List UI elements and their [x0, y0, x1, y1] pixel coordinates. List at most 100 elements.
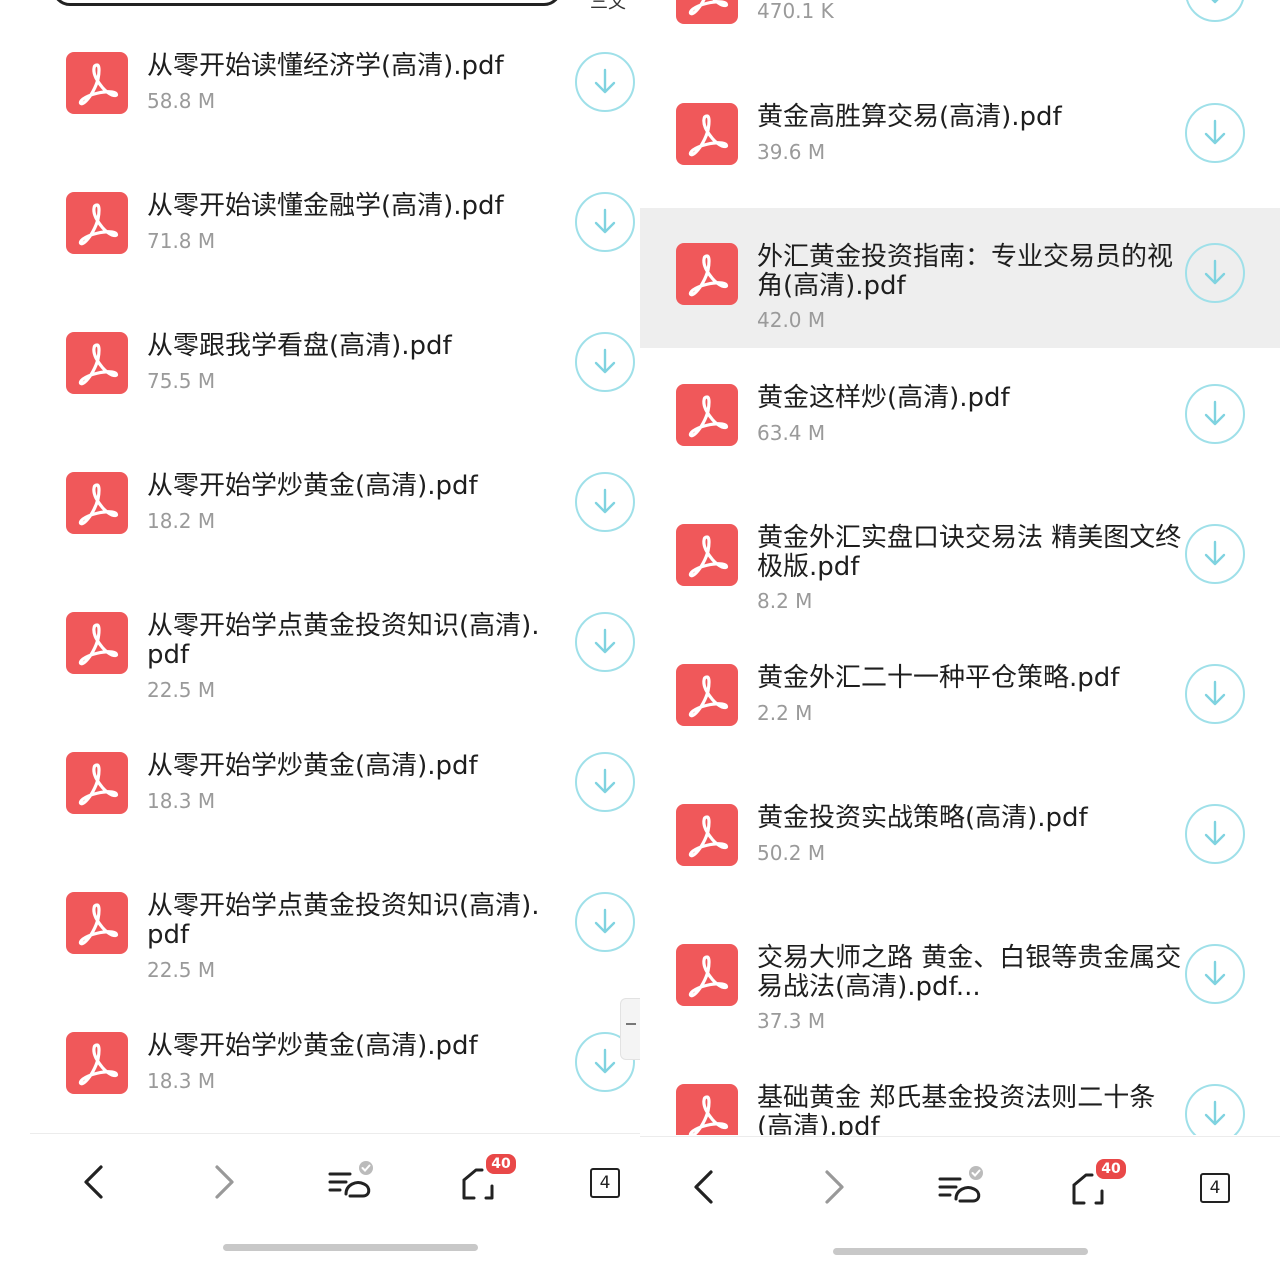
- pdf-file-icon: [676, 804, 738, 866]
- nav-divider: [640, 1136, 1280, 1137]
- bottom-nav: 40 4: [0, 1140, 640, 1230]
- file-size: 71.8 M: [147, 229, 216, 253]
- menu-icon: [938, 1166, 983, 1203]
- file-size: 18.3 M: [147, 1069, 216, 1093]
- file-row[interactable]: 黄金外汇实盘口诀交易法 精美图文终极版.pdf 8.2 M: [640, 484, 1280, 624]
- menu-button[interactable]: [936, 1163, 984, 1211]
- file-name: 从零开始读懂经济学(高清).pdf: [147, 51, 504, 81]
- download-button[interactable]: [575, 752, 635, 812]
- download-arrow-icon: [594, 68, 616, 94]
- file-name: 基础黄金 郑氏基金投资法则二十条(高清).pdf: [757, 1083, 1156, 1136]
- file-size: 37.3 M: [757, 1009, 826, 1033]
- file-size: 42.0 M: [757, 308, 826, 332]
- pdf-file-icon: [66, 472, 128, 534]
- download-button[interactable]: [1185, 664, 1245, 724]
- file-row[interactable]: 从零开始学点黄金投资知识(高清).pdf 22.5 M: [0, 852, 640, 992]
- pdf-file-icon: [66, 332, 128, 394]
- pdf-file-icon: [676, 243, 738, 305]
- file-row[interactable]: 从零开始学点黄金投资知识(高清).pdf 22.5 M: [0, 572, 640, 712]
- file-row[interactable]: 从零开始学炒黄金(高清).pdf 18.3 M: [0, 992, 640, 1132]
- file-row[interactable]: 470.1 K: [640, 0, 1280, 62]
- download-arrow-icon: [1204, 119, 1226, 145]
- back-arrow-icon: [694, 1170, 713, 1204]
- file-name: 从零开始学炒黄金(高清).pdf: [147, 1031, 478, 1061]
- pdf-file-icon: [676, 0, 738, 24]
- download-button[interactable]: [1185, 243, 1245, 303]
- tabs-icon: 4: [590, 1168, 620, 1198]
- download-button[interactable]: [1185, 804, 1245, 864]
- file-name: 交易大师之路 黄金、白银等贵金属交易战法(高清).pdf...: [757, 943, 1182, 1002]
- bottom-nav: 40 4: [640, 1145, 1280, 1235]
- home-indicator[interactable]: [223, 1244, 478, 1251]
- downloads-button[interactable]: 40: [456, 1152, 518, 1206]
- file-size: 22.5 M: [147, 958, 216, 982]
- download-button[interactable]: [575, 332, 635, 392]
- download-arrow-icon: [1204, 680, 1226, 706]
- file-list: 470.1 K 黄金高胜算交易(高清).pdf 39.6 M 外汇黄金投资指南：…: [640, 0, 1280, 1135]
- pdf-file-icon: [676, 664, 738, 726]
- left-screen: 三文 从零开始读懂经济学(高清).pdf 58.8 M 从零开始读懂金融学(高清…: [0, 0, 640, 1280]
- download-button[interactable]: [1185, 1084, 1245, 1135]
- pdf-file-icon: [676, 103, 738, 165]
- file-name: 黄金高胜算交易(高清).pdf: [757, 102, 1062, 132]
- nav-divider: [30, 1133, 640, 1134]
- download-arrow-icon: [1204, 1100, 1226, 1126]
- file-row[interactable]: 从零开始读懂经济学(高清).pdf 58.8 M: [0, 12, 640, 152]
- download-arrow-icon: [594, 488, 616, 514]
- download-arrow-icon: [594, 628, 616, 654]
- file-name: 黄金外汇实盘口诀交易法 精美图文终极版.pdf: [757, 523, 1182, 582]
- download-button[interactable]: [575, 892, 635, 952]
- file-row[interactable]: 黄金投资实战策略(高清).pdf 50.2 M: [640, 764, 1280, 904]
- tabs-icon: 4: [1200, 1173, 1230, 1203]
- tabs-button[interactable]: 4: [1192, 1163, 1240, 1211]
- back-button[interactable]: [70, 1158, 118, 1206]
- pdf-file-icon: [66, 1032, 128, 1094]
- download-button[interactable]: [575, 52, 635, 112]
- downloads-badge: 40: [1094, 1157, 1128, 1181]
- download-button[interactable]: [1185, 384, 1245, 444]
- download-arrow-icon: [1204, 400, 1226, 426]
- file-row[interactable]: 黄金高胜算交易(高清).pdf 39.6 M: [640, 63, 1280, 203]
- file-size: 75.5 M: [147, 369, 216, 393]
- file-row[interactable]: 从零开始读懂金融学(高清).pdf 71.8 M: [0, 152, 640, 292]
- download-button[interactable]: [1185, 524, 1245, 584]
- download-button[interactable]: [1185, 103, 1245, 163]
- file-name: 从零开始学点黄金投资知识(高清).pdf: [147, 891, 540, 950]
- file-row-selected[interactable]: 外汇黄金投资指南：专业交易员的视角(高清).pdf 42.0 M: [640, 208, 1280, 348]
- file-size: 22.5 M: [147, 678, 216, 702]
- forward-button[interactable]: [200, 1158, 248, 1206]
- download-arrow-icon: [594, 1048, 616, 1074]
- tabs-button[interactable]: 4: [582, 1158, 630, 1206]
- pdf-file-icon: [66, 752, 128, 814]
- download-arrow-icon: [594, 768, 616, 794]
- menu-icon: [328, 1161, 373, 1198]
- forward-button[interactable]: [810, 1163, 858, 1211]
- file-row[interactable]: 从零开始学炒黄金(高清).pdf 18.2 M: [0, 432, 640, 572]
- download-button[interactable]: [575, 612, 635, 672]
- download-arrow-icon: [1211, 0, 1219, 4]
- home-indicator[interactable]: [833, 1248, 1088, 1255]
- file-row[interactable]: 基础黄金 郑氏基金投资法则二十条(高清).pdf: [640, 1044, 1280, 1135]
- download-button[interactable]: [1185, 944, 1245, 1004]
- side-drawer-handle[interactable]: [620, 998, 640, 1060]
- pdf-file-icon: [676, 944, 738, 1006]
- file-name: 从零开始学点黄金投资知识(高清).pdf: [147, 611, 540, 670]
- download-button[interactable]: [1185, 0, 1245, 22]
- pdf-file-icon: [676, 524, 738, 586]
- file-row[interactable]: 交易大师之路 黄金、白银等贵金属交易战法(高清).pdf... 37.3 M: [640, 904, 1280, 1044]
- download-arrow-icon: [594, 908, 616, 934]
- file-row[interactable]: 黄金这样炒(高清).pdf 63.4 M: [640, 344, 1280, 484]
- download-arrow-icon: [594, 348, 616, 374]
- file-row[interactable]: 黄金外汇二十一种平仓策略.pdf 2.2 M: [640, 624, 1280, 764]
- file-size: 18.2 M: [147, 509, 216, 533]
- file-row[interactable]: 从零跟我学看盘(高清).pdf 75.5 M: [0, 292, 640, 432]
- download-button[interactable]: [575, 472, 635, 532]
- file-row[interactable]: 从零开始学炒黄金(高清).pdf 18.3 M: [0, 712, 640, 852]
- file-size: 39.6 M: [757, 140, 826, 164]
- pdf-file-icon: [676, 1084, 738, 1135]
- downloads-button[interactable]: 40: [1066, 1157, 1128, 1211]
- menu-button[interactable]: [326, 1158, 374, 1206]
- back-button[interactable]: [680, 1163, 728, 1211]
- download-button[interactable]: [575, 192, 635, 252]
- pdf-file-icon: [66, 52, 128, 114]
